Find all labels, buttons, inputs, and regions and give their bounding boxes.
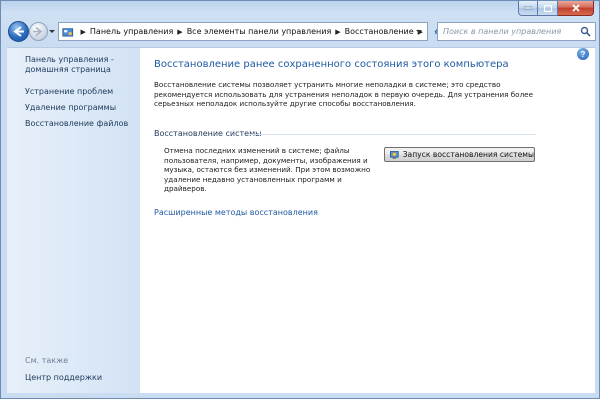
left-navigation-pane: Панель управления - домашняя страница Ус… — [7, 47, 140, 393]
minimize-icon — [524, 6, 532, 10]
caption-buttons — [518, 1, 594, 16]
close-button[interactable] — [558, 1, 594, 16]
address-dropdown-icon[interactable] — [415, 29, 423, 35]
search-input[interactable]: Поиск в панели управления — [437, 22, 596, 41]
section-heading: Восстановление системы — [154, 129, 262, 138]
navigation-bar: ▶ Панель управления ▶ Все элементы панел… — [6, 21, 596, 45]
help-icon[interactable]: ? — [577, 48, 589, 60]
breadcrumb-control-panel[interactable]: Панель управления — [90, 27, 173, 36]
see-also-heading: См. также — [25, 356, 69, 365]
section-description: Отмена последних изменений в системе; фа… — [164, 146, 371, 194]
minimize-button[interactable] — [518, 1, 538, 16]
system-restore-icon — [390, 150, 399, 159]
start-system-restore-label: Запуск восстановления системы — [402, 150, 534, 159]
chevron-down-icon — [49, 30, 55, 33]
maximize-icon — [543, 4, 552, 12]
address-bar[interactable]: ▶ Панель управления ▶ Все элементы панел… — [58, 22, 428, 41]
recent-pages-dropdown[interactable] — [48, 28, 56, 36]
close-icon — [571, 4, 580, 12]
chevron-right-icon: ▶ — [80, 27, 86, 36]
intro-text: Восстановление системы позволяет устрани… — [154, 80, 534, 108]
chevron-right-icon[interactable]: ▶ — [177, 28, 182, 36]
sidebar-item-action-center[interactable]: Центр поддержки — [25, 373, 102, 382]
arrow-right-icon — [33, 26, 43, 37]
sidebar-item-uninstall-program[interactable]: Удаление программы — [25, 103, 116, 112]
control-panel-icon — [62, 27, 74, 37]
sidebar-item-troubleshooting[interactable]: Устранение проблем — [25, 87, 113, 96]
breadcrumb-recovery[interactable]: Восстановление — [345, 27, 414, 36]
maximize-button[interactable] — [538, 1, 558, 16]
sidebar-item-restore-files[interactable]: Восстановление файлов — [25, 119, 128, 128]
main-content: ? Восстановление ранее сохраненного сост… — [140, 47, 595, 393]
search-icon[interactable] — [580, 26, 591, 37]
breadcrumb-all-items[interactable]: Все элементы панели управления — [187, 27, 332, 36]
advanced-recovery-link[interactable]: Расширенные методы восстановления — [154, 208, 318, 217]
section-divider — [250, 134, 536, 135]
chevron-right-icon[interactable]: ▶ — [335, 28, 340, 36]
forward-button[interactable] — [29, 22, 48, 41]
back-button[interactable] — [8, 21, 29, 42]
arrow-left-icon — [13, 26, 24, 37]
search-placeholder: Поиск в панели управления — [443, 27, 562, 36]
page-title: Восстановление ранее сохраненного состоя… — [154, 59, 509, 70]
start-system-restore-button[interactable]: Запуск восстановления системы — [384, 147, 535, 162]
sidebar-item-home[interactable]: Панель управления - домашняя страница — [25, 55, 135, 75]
control-panel-window: ▶ Панель управления ▶ Все элементы панел… — [0, 0, 600, 399]
